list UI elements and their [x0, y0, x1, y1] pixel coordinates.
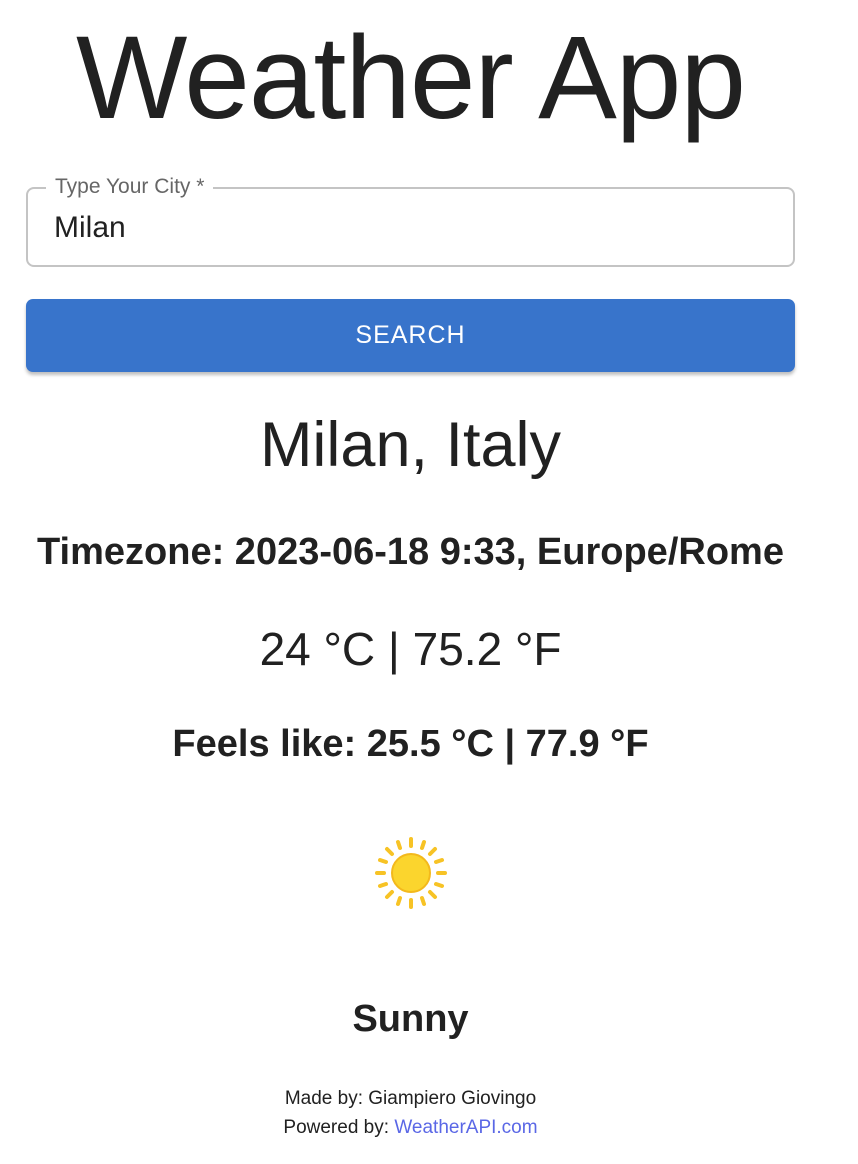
temperature-text: 24 °C | 75.2 °F [259, 623, 562, 675]
city-search-field[interactable]: Type Your City * Milan [26, 173, 795, 267]
feels-like-text: Feels like: 25.5 °C | 77.9 °F [172, 723, 649, 765]
search-button[interactable]: SEARCH [26, 299, 795, 372]
app-title: Weather App [75, 12, 746, 144]
sun-icon [375, 837, 447, 909]
footer-powered-by: Powered by: WeatherAPI.com [0, 1115, 821, 1141]
sun-disc [391, 853, 431, 893]
powered-by-label: Powered by: [283, 1117, 395, 1138]
condition-text: Sunny [352, 998, 469, 1040]
city-input[interactable]: Milan [54, 209, 126, 247]
location-name: Milan, Italy [259, 410, 562, 480]
weatherapi-link[interactable]: WeatherAPI.com [394, 1117, 537, 1138]
city-field-label: Type Your City * [46, 173, 214, 201]
timezone-text: Timezone: 2023-06-18 9:33, Europe/Rome [37, 531, 784, 573]
weather-app-page: Weather App Type Your City * Milan SEARC… [0, 0, 858, 1164]
footer-made-by: Made by: Giampiero Giovingo [284, 1088, 537, 1109]
